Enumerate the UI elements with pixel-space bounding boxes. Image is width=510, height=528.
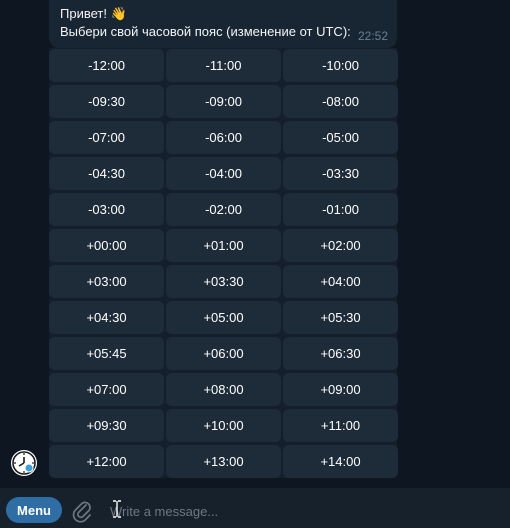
paperclip-icon[interactable]: [70, 498, 94, 524]
text-cursor-icon: [113, 500, 121, 518]
message-greeting: Привет! 👋: [60, 6, 127, 21]
timezone-button[interactable]: +04:30: [49, 301, 164, 334]
timezone-button[interactable]: -02:00: [166, 193, 281, 226]
timezone-button[interactable]: -01:00: [283, 193, 398, 226]
message-text: Выбери свой часовой пояс (изменение от U…: [60, 24, 351, 39]
timezone-button[interactable]: -04:30: [49, 157, 164, 190]
timezone-button[interactable]: -10:00: [283, 49, 398, 82]
timezone-button[interactable]: +14:00: [283, 445, 398, 478]
timezone-button[interactable]: -03:30: [283, 157, 398, 190]
timezone-button[interactable]: +02:00: [283, 229, 398, 262]
timezone-button[interactable]: +13:00: [166, 445, 281, 478]
timezone-button[interactable]: -11:00: [166, 49, 281, 82]
menu-button[interactable]: Menu: [6, 497, 62, 523]
timezone-button[interactable]: +03:30: [166, 265, 281, 298]
timezone-button[interactable]: +12:00: [49, 445, 164, 478]
message-bubble: Привет! 👋 Выбери свой часовой пояс (изме…: [49, 0, 397, 48]
timezone-button[interactable]: +04:00: [283, 265, 398, 298]
clock-icon[interactable]: [10, 449, 38, 477]
timezone-button[interactable]: -09:30: [49, 85, 164, 118]
timezone-button[interactable]: -08:00: [283, 85, 398, 118]
timezone-button[interactable]: +05:45: [49, 337, 164, 370]
timezone-button[interactable]: -09:00: [166, 85, 281, 118]
timezone-button[interactable]: -05:00: [283, 121, 398, 154]
timezone-button[interactable]: +11:00: [283, 409, 398, 442]
timezone-button[interactable]: +06:30: [283, 337, 398, 370]
timezone-button[interactable]: +05:00: [166, 301, 281, 334]
timezone-button[interactable]: +10:00: [166, 409, 281, 442]
timezone-button[interactable]: +00:00: [49, 229, 164, 262]
message-input[interactable]: [108, 498, 492, 524]
timezone-button[interactable]: -04:00: [166, 157, 281, 190]
timezone-button[interactable]: +05:30: [283, 301, 398, 334]
timezone-button[interactable]: -12:00: [49, 49, 164, 82]
timezone-button[interactable]: -07:00: [49, 121, 164, 154]
timezone-button[interactable]: +06:00: [166, 337, 281, 370]
timezone-button[interactable]: +01:00: [166, 229, 281, 262]
timezone-button[interactable]: +07:00: [49, 373, 164, 406]
timezone-button[interactable]: -03:00: [49, 193, 164, 226]
timezone-button[interactable]: +03:00: [49, 265, 164, 298]
message-time: 22:52: [357, 29, 388, 43]
timezone-button[interactable]: +09:00: [283, 373, 398, 406]
timezone-button[interactable]: -06:00: [166, 121, 281, 154]
timezone-button[interactable]: +08:00: [166, 373, 281, 406]
timezone-button[interactable]: +09:30: [49, 409, 164, 442]
